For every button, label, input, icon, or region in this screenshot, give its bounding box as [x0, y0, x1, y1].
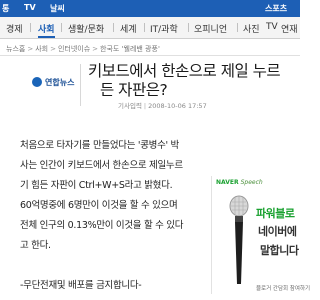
- nav-item-opinion[interactable]: 오피니언: [194, 22, 227, 35]
- ad-cta[interactable]: 블로거 간담회 참여하기: [256, 284, 310, 292]
- nav-divider: [113, 23, 114, 32]
- body-line: 기 힘든 자판이 Ctrl+W+S라고 밝혔다.: [20, 180, 173, 191]
- logo-divider: [80, 64, 81, 106]
- nav-item-society[interactable]: 사회: [38, 22, 55, 38]
- dateline-label: 기사입력: [118, 102, 142, 110]
- nav-item-it-science[interactable]: IT/과학: [150, 22, 178, 35]
- article-dateline: 기사입력 | 2008-10-06 17:57: [118, 102, 207, 110]
- body-line: 전체 인구의 0.13%만이 이것을 할 수 있다: [20, 220, 184, 231]
- ad-headline-3: 말합니다: [260, 244, 299, 257]
- ad-brand-script: Speech: [240, 179, 263, 186]
- nav-item-world[interactable]: 세계: [120, 22, 137, 35]
- nav-item-photo[interactable]: 사진: [243, 22, 260, 35]
- breadcrumb-home[interactable]: 뉴스홈: [6, 45, 25, 53]
- topbar-item-tv[interactable]: TV: [24, 3, 36, 12]
- nav-divider: [188, 23, 189, 32]
- nav-item-economy[interactable]: 경제: [6, 22, 23, 35]
- topbar-item-sports[interactable]: 스포츠: [265, 3, 287, 14]
- body-line: 고 한다.: [20, 240, 51, 251]
- section-nav: 경제 사회 생활/문화 세계 IT/과학 오피니언 사진 TV 연재: [0, 17, 300, 39]
- ad-brand-name: NAVER: [216, 179, 239, 186]
- nav-divider: [30, 23, 31, 32]
- yonhap-logo-icon: [32, 77, 42, 87]
- topbar-item-weather[interactable]: 날씨: [50, 3, 65, 14]
- news-agency-name: 연합뉴스: [45, 78, 75, 87]
- news-agency-logo[interactable]: 연합뉴스: [32, 76, 76, 90]
- breadcrumb-current[interactable]: 한국도 '웰레밴 광풍': [100, 45, 160, 53]
- body-line: 처음으로 타자기를 만들었다는 '콩병수' 박: [20, 140, 179, 151]
- headline-line-2: 든 자판은?: [100, 81, 168, 99]
- breadcrumb: 뉴스홈 > 사회 > 인터넷이슈 > 한국도 '웰레밴 광풍': [6, 45, 160, 53]
- breadcrumb-society[interactable]: 사회: [35, 45, 48, 53]
- ad-brand: NAVER Speech: [216, 179, 263, 186]
- nav-item-culture[interactable]: 생활/문화: [68, 22, 104, 35]
- nav-divider: [144, 23, 145, 32]
- ad-banner[interactable]: NAVER Speech 파워블로 네이버에 말합니다 블로거 간담회 참여하기: [211, 176, 310, 294]
- article-body: 처음으로 타자기를 만들었다는 '콩병수' 박 사는 인간이 키보드에서 한손으…: [20, 136, 212, 296]
- header-divider: [0, 55, 300, 56]
- article-date: 2008-10-06 17:57: [148, 102, 207, 110]
- body-line: 사는 인간이 키보드에서 한손으로 제일누르: [20, 160, 183, 171]
- breadcrumb-internet-issue[interactable]: 인터넷이슈: [58, 45, 90, 53]
- top-service-bar: 통 TV 날씨 스포츠: [0, 0, 300, 17]
- nav-divider: [237, 23, 238, 32]
- nav-item-tv[interactable]: TV: [266, 22, 278, 32]
- body-line: 60억명중에 6명만이 이것을 할 수 있으며: [20, 200, 178, 211]
- topbar-item[interactable]: 통: [2, 3, 9, 14]
- headline-line-1: 키보드에서 한손으로 제일 누르: [88, 62, 281, 80]
- nav-item-series[interactable]: 연재: [281, 22, 298, 35]
- article-headline: 키보드에서 한손으로 제일 누르 든 자판은?: [88, 62, 308, 100]
- ad-headline-1: 파워블로: [256, 207, 295, 220]
- ad-headline-2: 네이버에: [258, 225, 297, 238]
- copyright-notice: -무단전재및 배포를 금지합니다-: [20, 280, 142, 291]
- microphone-icon: [229, 195, 249, 284]
- body-line: [20, 256, 212, 276]
- nav-divider: [61, 23, 62, 32]
